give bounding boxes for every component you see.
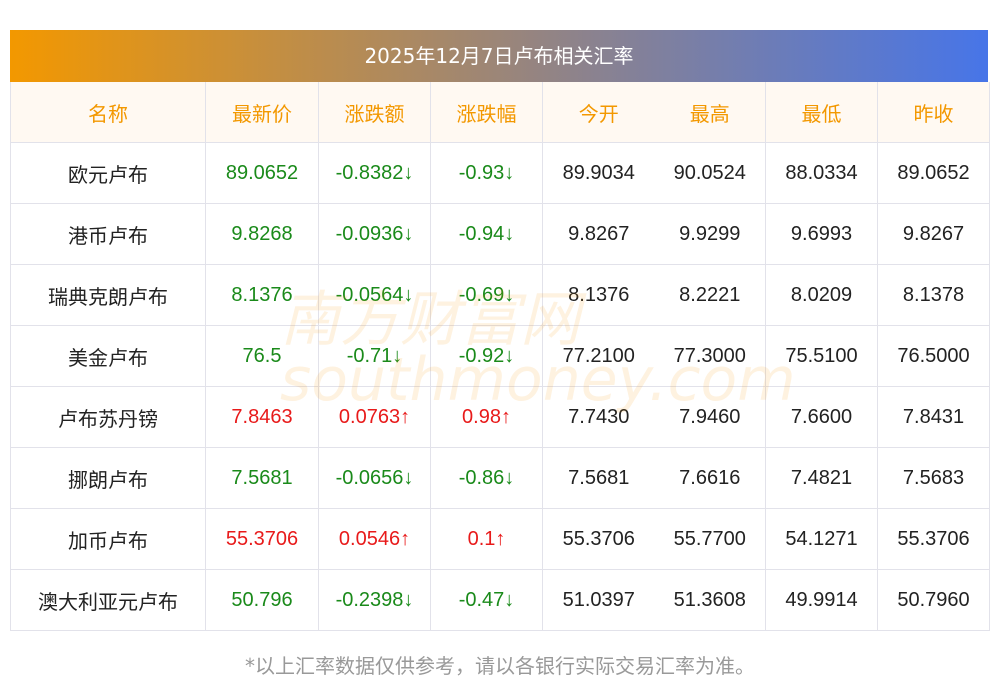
cell-name: 澳大利亚元卢布 (10, 569, 206, 631)
cell-open: 51.0397 (542, 569, 655, 631)
cell-open: 89.9034 (542, 142, 655, 204)
column-header: 今开 (542, 82, 655, 143)
column-header: 涨跌额 (318, 82, 431, 143)
cell-pct: -0.93↓ (430, 142, 543, 204)
cell-prev: 9.8267 (877, 203, 990, 265)
table-row: 澳大利亚元卢布 50.796 -0.2398↓ -0.47↓ 51.0397 51.360… (10, 569, 990, 631)
cell-open: 7.5681 (542, 447, 655, 509)
cell-name: 卢布苏丹镑 (10, 386, 206, 448)
column-header: 最高 (654, 82, 766, 143)
cell-name: 欧元卢布 (10, 142, 206, 204)
cell-low: 9.6993 (765, 203, 878, 265)
column-header: 昨收 (877, 82, 990, 143)
column-header: 最低 (765, 82, 878, 143)
cell-low: 8.0209 (765, 264, 878, 326)
page-title: 2025年12月7日卢布相关汇率 (10, 30, 988, 82)
cell-change: -0.0656↓ (318, 447, 431, 509)
cell-change: -0.2398↓ (318, 569, 431, 631)
cell-low: 75.5100 (765, 325, 878, 387)
table-row: 欧元卢布 89.0652 -0.8382↓ -0.93↓ 89.9034 90.0524 8… (10, 142, 990, 204)
cell-open: 77.2100 (542, 325, 655, 387)
cell-name: 瑞典克朗卢布 (10, 264, 206, 326)
cell-high: 51.3608 (654, 569, 766, 631)
cell-low: 54.1271 (765, 508, 878, 570)
cell-name: 港币卢布 (10, 203, 206, 265)
cell-name: 挪朗卢布 (10, 447, 206, 509)
cell-low: 7.6600 (765, 386, 878, 448)
cell-low: 7.4821 (765, 447, 878, 509)
cell-latest: 55.3706 (205, 508, 319, 570)
cell-open: 7.7430 (542, 386, 655, 448)
cell-pct: -0.69↓ (430, 264, 543, 326)
column-header: 涨跌幅 (430, 82, 543, 143)
cell-latest: 8.1376 (205, 264, 319, 326)
cell-pct: 0.98↑ (430, 386, 543, 448)
cell-prev: 7.8431 (877, 386, 990, 448)
cell-latest: 76.5 (205, 325, 319, 387)
cell-pct: -0.86↓ (430, 447, 543, 509)
cell-prev: 7.5683 (877, 447, 990, 509)
table-row: 港币卢布 9.8268 -0.0936↓ -0.94↓ 9.8267 9.9299 9.69… (10, 203, 990, 265)
cell-open: 8.1376 (542, 264, 655, 326)
cell-high: 7.6616 (654, 447, 766, 509)
cell-high: 8.2221 (654, 264, 766, 326)
cell-high: 90.0524 (654, 142, 766, 204)
cell-low: 88.0334 (765, 142, 878, 204)
cell-change: -0.8382↓ (318, 142, 431, 204)
cell-prev: 50.7960 (877, 569, 990, 631)
cell-name: 美金卢布 (10, 325, 206, 387)
cell-change: -0.71↓ (318, 325, 431, 387)
cell-prev: 8.1378 (877, 264, 990, 326)
cell-latest: 89.0652 (205, 142, 319, 204)
cell-high: 55.7700 (654, 508, 766, 570)
table-row: 卢布苏丹镑 7.8463 0.0763↑ 0.98↑ 7.7430 7.9460 7.660… (10, 386, 990, 448)
rate-table: 名称 最新价 涨跌额 涨跌幅 今开 最高 最低 昨收 欧元卢布 89.0652 -0.8382↓ -… (10, 82, 990, 631)
table-row: 挪朗卢布 7.5681 -0.0656↓ -0.86↓ 7.5681 7.6616 7.48… (10, 447, 990, 509)
cell-prev: 76.5000 (877, 325, 990, 387)
cell-change: 0.0546↑ (318, 508, 431, 570)
table-row: 瑞典克朗卢布 8.1376 -0.0564↓ -0.69↓ 8.1376 8.2221 8.… (10, 264, 990, 326)
cell-change: 0.0763↑ (318, 386, 431, 448)
cell-pct: 0.1↑ (430, 508, 543, 570)
cell-prev: 55.3706 (877, 508, 990, 570)
cell-name: 加币卢布 (10, 508, 206, 570)
cell-prev: 89.0652 (877, 142, 990, 204)
cell-latest: 7.5681 (205, 447, 319, 509)
column-header: 名称 (10, 82, 206, 143)
cell-high: 7.9460 (654, 386, 766, 448)
cell-open: 9.8267 (542, 203, 655, 265)
cell-pct: -0.47↓ (430, 569, 543, 631)
cell-high: 9.9299 (654, 203, 766, 265)
cell-low: 49.9914 (765, 569, 878, 631)
cell-pct: -0.92↓ (430, 325, 543, 387)
cell-latest: 50.796 (205, 569, 319, 631)
cell-change: -0.0936↓ (318, 203, 431, 265)
cell-pct: -0.94↓ (430, 203, 543, 265)
column-header: 最新价 (205, 82, 319, 143)
table-row: 美金卢布 76.5 -0.71↓ -0.92↓ 77.2100 77.3000 75.510… (10, 325, 990, 387)
cell-change: -0.0564↓ (318, 264, 431, 326)
cell-open: 55.3706 (542, 508, 655, 570)
cell-latest: 9.8268 (205, 203, 319, 265)
disclaimer-note: *以上汇率数据仅供参考，请以各银行实际交易汇率为准。 (245, 654, 755, 678)
table-header: 名称 最新价 涨跌额 涨跌幅 今开 最高 最低 昨收 (10, 82, 990, 143)
cell-high: 77.3000 (654, 325, 766, 387)
table-row: 加币卢布 55.3706 0.0546↑ 0.1↑ 55.3706 55.7700 54.1… (10, 508, 990, 570)
cell-latest: 7.8463 (205, 386, 319, 448)
